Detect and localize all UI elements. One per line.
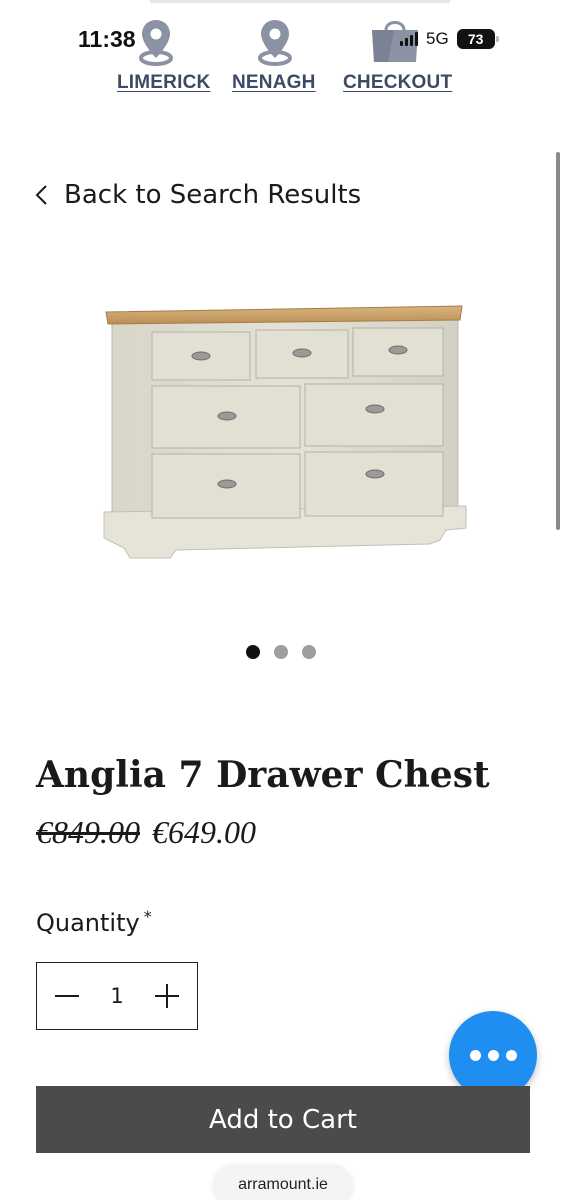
- status-indicators: 5G 73: [400, 28, 499, 50]
- carousel-dot-3[interactable]: [302, 645, 316, 659]
- browser-domain: arramount.ie: [238, 1176, 328, 1193]
- back-link-label: Back to Search Results: [64, 180, 362, 210]
- browser-url-bar[interactable]: arramount.ie: [214, 1166, 352, 1200]
- more-dots-icon: [487, 1049, 499, 1061]
- more-dots-icon: [469, 1049, 481, 1061]
- location-pin-icon: [139, 20, 173, 66]
- signal-icon: [400, 32, 418, 46]
- original-price: €849.00: [36, 814, 140, 850]
- battery-icon: 73: [456, 29, 499, 49]
- carousel-dot-1[interactable]: [246, 645, 260, 659]
- scrollbar[interactable]: [556, 152, 560, 530]
- nav-link-checkout[interactable]: CHECKOUT: [343, 72, 452, 94]
- add-to-cart-button[interactable]: Add to Cart: [36, 1086, 530, 1153]
- sale-price: €649.00: [152, 814, 256, 850]
- increment-button[interactable]: [153, 982, 181, 1010]
- decrement-button[interactable]: [53, 982, 81, 1010]
- network-type: 5G: [426, 29, 449, 48]
- back-to-search-link[interactable]: Back to Search Results: [34, 180, 361, 210]
- product-title: Anglia 7 Drawer Chest: [36, 754, 490, 796]
- nav-link-limerick[interactable]: LIMERICK: [117, 72, 210, 94]
- quantity-stepper: 1: [36, 962, 198, 1030]
- status-time: 11:38: [78, 26, 136, 52]
- quantity-label: Quantity *: [36, 907, 152, 937]
- battery-level: 73: [467, 31, 484, 47]
- quantity-input[interactable]: 1: [110, 984, 123, 1008]
- carousel-dot-2[interactable]: [274, 645, 288, 659]
- price-block: €849.00 €649.00: [36, 814, 256, 851]
- carousel-dots: [246, 645, 316, 659]
- top-strip: [150, 0, 450, 3]
- product-image[interactable]: [100, 300, 470, 565]
- location-pin-icon: [258, 20, 292, 66]
- required-mark: *: [143, 907, 152, 926]
- plus-icon: [155, 984, 179, 1008]
- more-dots-icon: [505, 1049, 517, 1061]
- nav-link-nenagh[interactable]: NENAGH: [232, 72, 316, 94]
- chevron-left-icon: [35, 185, 47, 205]
- minus-icon: [55, 995, 79, 997]
- quantity-label-text: Quantity: [36, 909, 140, 937]
